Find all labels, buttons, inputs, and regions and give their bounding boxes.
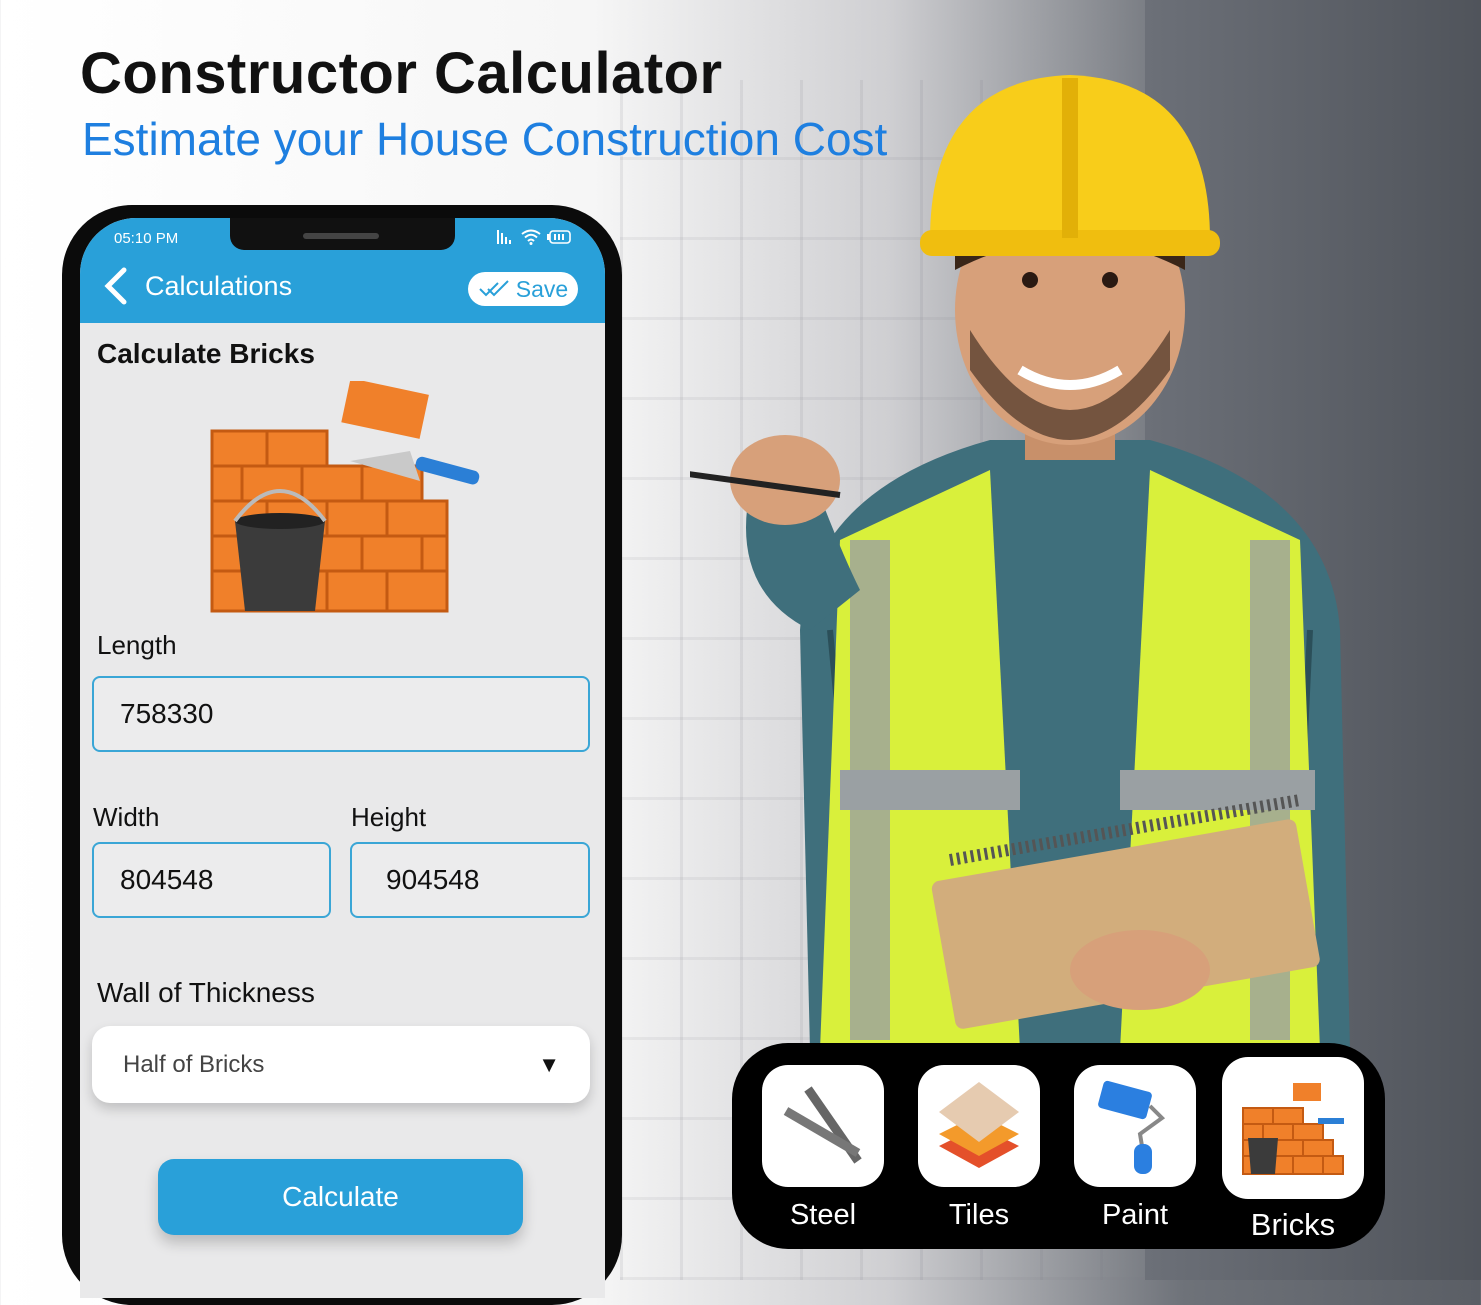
steel-bars-icon <box>762 1065 884 1187</box>
status-icons <box>497 229 571 248</box>
phone-screen: 05:10 PM Calculations Save Calculate Bri… <box>80 218 605 1298</box>
double-check-icon <box>479 280 509 297</box>
app-bar-title: Calculations <box>145 271 293 301</box>
save-label: Save <box>515 275 569 302</box>
category-paint[interactable]: Paint <box>1074 1065 1196 1232</box>
battery-icon <box>547 230 571 247</box>
length-label: Length <box>97 630 177 660</box>
category-label: Paint <box>1101 1199 1169 1231</box>
bricks-icon <box>1222 1057 1364 1199</box>
construction-worker-illustration <box>690 75 1350 1051</box>
category-label: Tiles <box>948 1199 1010 1231</box>
chevron-left-icon <box>104 267 127 305</box>
tiles-icon <box>918 1065 1040 1187</box>
banner-title: Constructor Calculator <box>80 41 723 106</box>
width-input[interactable]: 804548 <box>92 842 331 918</box>
phone-speaker <box>303 233 379 239</box>
wifi-icon <box>521 229 541 248</box>
width-label: Width <box>93 802 160 832</box>
category-tiles[interactable]: Tiles <box>918 1065 1040 1232</box>
height-label: Height <box>351 802 427 832</box>
category-label: Steel <box>789 1199 857 1231</box>
dropdown-arrow-icon: ▼ <box>538 1052 560 1077</box>
length-input[interactable]: 758330 <box>92 676 590 752</box>
calculate-button[interactable]: Calculate <box>158 1159 523 1235</box>
category-bar: Steel Tiles Paint Bricks <box>732 1043 1385 1249</box>
paint-roller-icon <box>1074 1065 1196 1187</box>
section-title: Calculate Bricks <box>97 338 315 369</box>
signal-icon <box>497 230 515 247</box>
height-input[interactable]: 904548 <box>350 842 590 918</box>
thickness-label: Wall of Thickness <box>97 977 315 1008</box>
status-time: 05:10 PM <box>114 230 179 247</box>
thickness-select[interactable]: Half of Bricks ▼ <box>92 1026 590 1103</box>
bricks-wall-icon <box>210 381 480 613</box>
category-label: Bricks <box>1250 1207 1336 1242</box>
save-button[interactable]: Save <box>468 272 578 306</box>
thickness-selected-value: Half of Bricks <box>123 1050 265 1078</box>
back-button[interactable] <box>102 266 132 306</box>
category-steel[interactable]: Steel <box>762 1065 884 1232</box>
category-bricks[interactable]: Bricks <box>1222 1057 1364 1243</box>
